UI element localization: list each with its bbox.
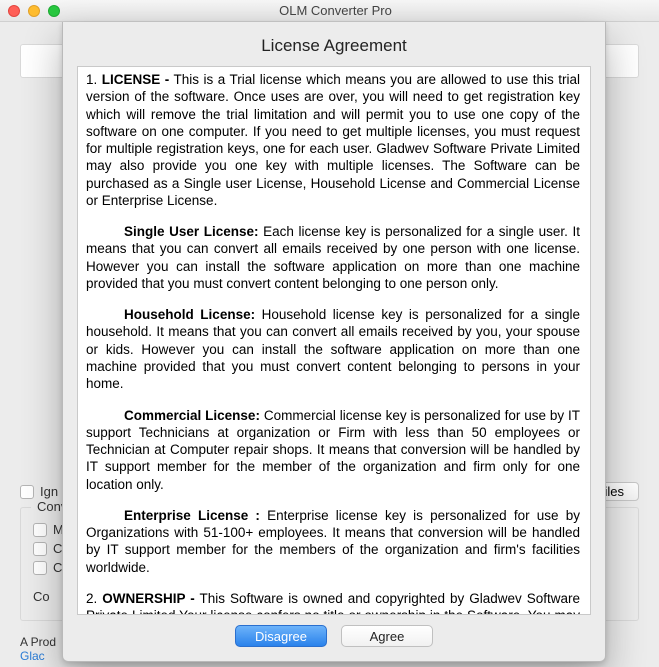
sec1-head: LICENSE - — [102, 72, 170, 87]
convert-opt-m-checkbox[interactable] — [33, 523, 47, 537]
license-single: Single User License: Each license key is… — [86, 223, 580, 292]
convert-opt-c1-label: C — [53, 541, 62, 556]
license-enterprise: Enterprise License : Enterprise license … — [86, 507, 580, 576]
license-commercial: Commercial License: Commercial license k… — [86, 407, 580, 493]
traffic-lights — [8, 5, 60, 17]
co-label: Co — [33, 589, 50, 604]
sec1-num: 1. — [86, 72, 97, 87]
license-text-area[interactable]: 1. LICENSE - This is a Trial license whi… — [77, 66, 591, 615]
sec1-body: This is a Trial license which means you … — [86, 72, 580, 208]
brand-link[interactable]: Glac — [20, 649, 56, 663]
zoom-icon[interactable] — [48, 5, 60, 17]
window-title: OLM Converter Pro — [68, 3, 603, 18]
license-household: Household License: Household license key… — [86, 306, 580, 392]
license-section-2: 2. OWNERSHIP - This Software is owned an… — [86, 590, 580, 615]
license-section-1: 1. LICENSE - This is a Trial license whi… — [86, 71, 580, 209]
enterprise-head: Enterprise License : — [124, 508, 260, 523]
disagree-button[interactable]: Disagree — [235, 625, 327, 647]
commercial-head: Commercial License: — [124, 408, 260, 423]
product-by-label: A Prod — [20, 635, 56, 649]
household-head: Household License: — [124, 307, 255, 322]
close-icon[interactable] — [8, 5, 20, 17]
agree-button[interactable]: Agree — [341, 625, 433, 647]
sec2-head: OWNERSHIP - — [102, 591, 194, 606]
license-sheet: License Agreement 1. LICENSE - This is a… — [62, 22, 606, 662]
sheet-button-row: Disagree Agree — [63, 615, 605, 661]
sheet-title: License Agreement — [63, 22, 605, 66]
sheet-backdrop: License Agreement 1. LICENSE - This is a… — [0, 0, 659, 667]
convert-opt-c1-checkbox[interactable] — [33, 542, 47, 556]
convert-opt-c2-label: C — [53, 560, 62, 575]
single-head: Single User License: — [124, 224, 259, 239]
ignore-label: Ign — [40, 484, 58, 499]
sec2-num: 2. — [86, 591, 97, 606]
convert-opt-c2-checkbox[interactable] — [33, 561, 47, 575]
window-titlebar: OLM Converter Pro — [0, 0, 659, 22]
minimize-icon[interactable] — [28, 5, 40, 17]
ignore-checkbox[interactable] — [20, 485, 34, 499]
